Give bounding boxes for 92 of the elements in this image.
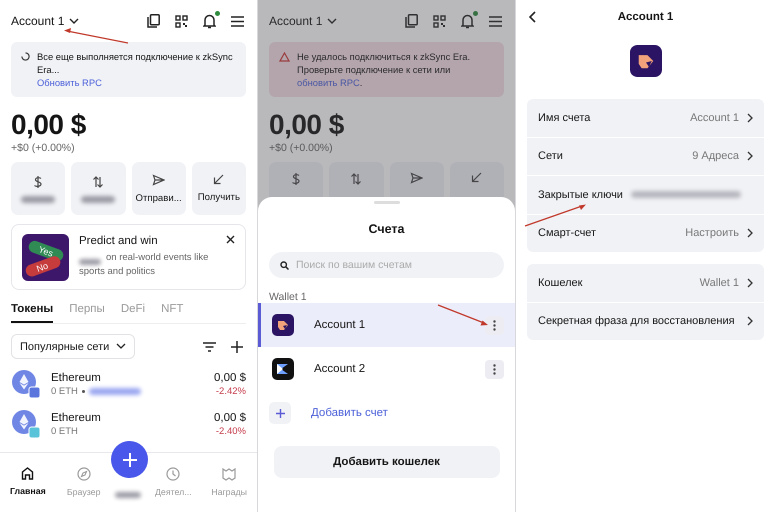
- home-icon: [21, 467, 34, 480]
- send-icon: [152, 174, 166, 186]
- add-icon[interactable]: [231, 340, 243, 352]
- account-switcher[interactable]: Account 1: [11, 14, 80, 28]
- add-fab-button[interactable]: [111, 441, 148, 478]
- balance-amount: 0,00 $: [11, 109, 87, 141]
- annotation-arrow: [438, 304, 488, 326]
- compass-icon: [76, 467, 91, 481]
- menu-icon[interactable]: [489, 16, 502, 26]
- chevron-down-icon: [327, 18, 338, 24]
- token-name: Ethereum: [51, 372, 102, 384]
- network-filter-dropdown[interactable]: Популярные сети: [11, 334, 136, 359]
- account-row[interactable]: Account 1: [258, 303, 515, 347]
- token-amount: 0 ETH: [51, 386, 78, 396]
- chevron-right-icon: [747, 278, 753, 288]
- notice-text: Все еще выполняется подключение к zkSync Era...: [37, 50, 234, 76]
- yes-no-pills-drawing: Yes No: [22, 234, 69, 280]
- annotation-arrow: [64, 28, 128, 44]
- chevron-right-icon: [747, 316, 753, 326]
- token-value: 0,00 $: [214, 372, 246, 384]
- add-wallet-button[interactable]: Добавить кошелек: [274, 446, 500, 478]
- balance-change: +$0 (+0.00%): [269, 142, 334, 154]
- action-button[interactable]: Отправи...: [132, 162, 186, 215]
- filter-icon[interactable]: [203, 342, 216, 352]
- loading-spinner-icon: [21, 52, 30, 61]
- wallet-label: Wallet 1: [269, 291, 308, 303]
- blurred-label: [81, 196, 116, 202]
- account-switcher[interactable]: Account 1: [269, 14, 338, 28]
- account-avatar: [272, 314, 294, 336]
- dollar-icon: [33, 174, 44, 188]
- vertical-dots-icon: [493, 320, 496, 330]
- search-icon: [280, 260, 289, 270]
- balance-amount: 0,00 $: [269, 109, 345, 141]
- qr-code-icon[interactable]: [175, 14, 188, 28]
- blurred-label: [21, 196, 56, 202]
- action-button[interactable]: Получить: [192, 162, 246, 215]
- token-value: 0,00 $: [214, 412, 246, 424]
- separator-dot: [82, 390, 85, 392]
- dollar-icon: [291, 172, 302, 186]
- token-name: Ethereum: [51, 412, 102, 424]
- copy-icon[interactable]: [147, 14, 160, 28]
- account-avatar: [630, 45, 662, 77]
- notice-text: Не удалось подключиться к zkSync Era. Проверьте подключение к сети или обновить RPC.: [297, 50, 472, 89]
- account-row[interactable]: Account 2: [258, 347, 515, 391]
- clock-icon: [166, 467, 180, 481]
- promo-title: Predict and win: [79, 235, 159, 247]
- token-row[interactable]: Ethereum 0 ETH 0,00 $ -2.42%: [11, 364, 246, 404]
- chevron-down-icon: [116, 343, 126, 350]
- more-options-button[interactable]: [485, 360, 504, 378]
- settings-row[interactable]: Сети 9 Адреса: [527, 138, 764, 176]
- arrow-down-left-icon: [213, 174, 224, 185]
- settings-row[interactable]: Закрытые ключи: [527, 176, 764, 214]
- qr-code-icon[interactable]: [433, 14, 446, 28]
- nav-item[interactable]: Главная: [4, 467, 52, 496]
- settings-row[interactable]: Секретная фраза для восстановления: [527, 302, 764, 340]
- sheet-title: Счета: [368, 222, 406, 236]
- back-icon[interactable]: [529, 11, 536, 23]
- token-amount: 0 ETH: [51, 426, 78, 436]
- menu-icon[interactable]: [231, 16, 244, 26]
- swap-arrows-icon: [350, 172, 362, 186]
- balance-change: +$0 (+0.00%): [11, 142, 76, 154]
- settings-row[interactable]: Смарт-счет Настроить: [527, 214, 764, 252]
- arrow-down-left-icon: [471, 172, 482, 183]
- chevron-right-icon: [747, 228, 753, 238]
- ethereum-icon: [11, 369, 41, 399]
- account-avatar: [272, 358, 294, 380]
- chevron-right-icon: [747, 112, 753, 123]
- settings-row[interactable]: Имя счета Account 1: [527, 99, 764, 138]
- annotation-arrow: [524, 204, 586, 227]
- close-icon[interactable]: [226, 235, 235, 244]
- plus-icon: [122, 452, 136, 466]
- send-icon: [410, 172, 424, 184]
- asset-tab[interactable]: Токены: [11, 303, 54, 323]
- promo-text: on real-world events like sports and politics: [79, 251, 210, 279]
- token-change: -2.42%: [214, 386, 246, 396]
- chevron-right-icon: [747, 151, 753, 162]
- account-search-field[interactable]: Поиск по вашим счетам: [269, 252, 504, 278]
- screen-title: Account 1: [618, 11, 674, 23]
- copy-icon[interactable]: [405, 14, 418, 28]
- swap-arrows-icon: [92, 174, 104, 188]
- update-rpc-link[interactable]: Обновить RPC: [37, 77, 102, 88]
- token-row[interactable]: Ethereum 0 ETH 0,00 $ -2.40%: [11, 404, 246, 444]
- chevron-down-icon: [69, 18, 80, 24]
- warning-icon: [279, 52, 290, 62]
- more-options-button[interactable]: [485, 316, 504, 334]
- settings-row[interactable]: Кошелек Wallet 1: [527, 264, 764, 302]
- rewards-icon: [222, 467, 236, 481]
- vertical-dots-icon: [493, 364, 496, 374]
- sheet-handle[interactable]: [374, 201, 400, 204]
- add-account-link[interactable]: Добавить счет: [311, 407, 388, 419]
- token-change: -2.40%: [214, 426, 246, 436]
- ethereum-icon: [11, 409, 41, 439]
